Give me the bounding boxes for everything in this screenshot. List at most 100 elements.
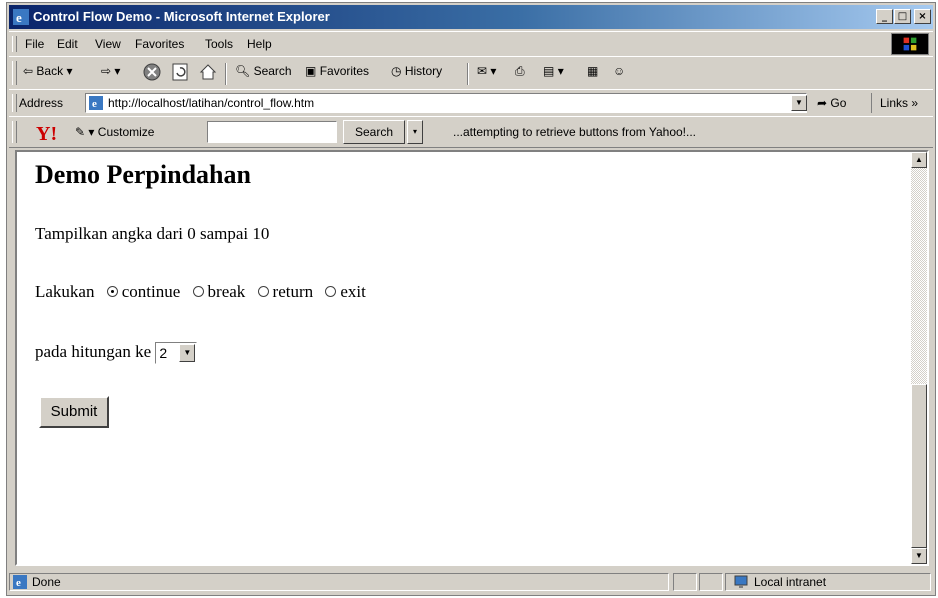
vertical-scrollbar[interactable]: ▲ ▼ — [911, 152, 927, 564]
intranet-icon — [734, 575, 748, 588]
svg-text:Y!: Y! — [36, 123, 57, 143]
window-title: Control Flow Demo - Microsoft Internet E… — [33, 9, 330, 24]
page-heading: Demo Perpindahan — [35, 160, 251, 189]
forward-button[interactable]: ⇨ ▾ — [101, 64, 120, 78]
menu-grip[interactable] — [12, 36, 17, 52]
action-label: Lakukan — [35, 282, 95, 301]
menu-help[interactable]: Help — [247, 37, 272, 51]
maximize-button[interactable]: □ — [894, 9, 911, 24]
go-arrow-icon: ➦ — [817, 96, 828, 110]
customize-button[interactable]: ✎ ▾ Customize — [75, 125, 154, 139]
go-button[interactable]: ➦ Go — [817, 96, 846, 110]
edit-dropdown-icon: ▾ — [557, 64, 564, 78]
yahoo-logo-icon[interactable]: Y! — [35, 121, 71, 143]
radio-return-label: return — [272, 282, 314, 301]
history-icon: ◷ — [391, 64, 402, 78]
address-bar: Address e http://localhost/latihan/contr… — [9, 89, 933, 117]
forward-arrow-icon: ⇨ — [101, 64, 112, 78]
discuss-icon[interactable]: ▦ — [587, 64, 598, 78]
menu-file[interactable]: File — [25, 37, 44, 51]
zone-text: Local intranet — [754, 575, 827, 589]
favorites-icon: ▣ — [305, 64, 317, 78]
search-button[interactable]: 🔍︎ Search — [235, 64, 292, 78]
search-icon: 🔍︎ — [235, 64, 251, 78]
title-bar[interactable]: e Control Flow Demo - Microsoft Internet… — [9, 5, 933, 29]
svg-text:e: e — [16, 10, 22, 25]
favorites-label: Favorites — [319, 64, 370, 78]
radio-break[interactable] — [192, 286, 204, 298]
page-status-icon: e — [13, 575, 27, 589]
page-icon: e — [89, 96, 103, 110]
radio-exit-label: exit — [340, 282, 366, 301]
stop-icon[interactable] — [143, 63, 161, 81]
menu-view[interactable]: View — [95, 37, 121, 51]
history-button[interactable]: ◷ History — [391, 64, 442, 78]
pencil-icon: ✎ — [75, 125, 86, 139]
browser-window: e Control Flow Demo - Microsoft Internet… — [6, 2, 936, 596]
address-grip[interactable] — [12, 94, 17, 112]
status-panel-zone: Local intranet — [725, 573, 931, 591]
home-icon[interactable] — [199, 63, 217, 81]
refresh-icon[interactable] — [171, 63, 189, 81]
back-label: Back — [36, 64, 64, 78]
yahoo-search-button[interactable]: Search — [343, 120, 405, 144]
messenger-icon[interactable]: ☺ — [613, 64, 625, 78]
toolbar-separator — [225, 63, 227, 85]
customize-label: Customize — [97, 125, 155, 139]
page-viewport: Demo Perpindahan Tampilkan angka dari 0 … — [15, 150, 929, 566]
menu-tools[interactable]: Tools — [205, 37, 233, 51]
yahoo-search-dropdown[interactable]: ▾ — [407, 120, 423, 144]
address-input[interactable]: e http://localhost/latihan/control_flow.… — [85, 93, 807, 113]
mail-button[interactable]: ✉ ▾ — [477, 64, 496, 78]
print-icon[interactable]: ⎙ — [515, 64, 525, 79]
search-label: Search — [253, 64, 292, 78]
count-row: pada hitungan ke 2 ▼ — [35, 342, 198, 365]
yahoo-toolbar: Y! ✎ ▾ Customize Search ▾ ...attempting … — [9, 116, 933, 148]
go-label: Go — [830, 96, 847, 110]
edit-button[interactable]: ▤ ▾ — [543, 64, 564, 78]
menu-favorites[interactable]: Favorites — [135, 37, 184, 51]
radio-break-label: break — [207, 282, 246, 301]
action-radio-group: Lakukan continue break return exit — [35, 282, 366, 302]
minimize-button[interactable]: _ — [876, 9, 893, 24]
radio-exit[interactable] — [325, 286, 337, 298]
back-arrow-icon: ⇦ — [23, 64, 34, 78]
page-body: Demo Perpindahan Tampilkan angka dari 0 … — [17, 152, 911, 564]
scroll-thumb[interactable] — [911, 384, 927, 548]
favorites-button[interactable]: ▣ Favorites — [305, 64, 369, 78]
yahoo-grip[interactable] — [12, 121, 17, 143]
menu-edit[interactable]: Edit — [57, 37, 78, 51]
yahoo-search-input[interactable] — [207, 121, 337, 143]
ie-logo-icon: e — [13, 9, 29, 25]
status-bar: e Done Local intranet — [9, 571, 933, 593]
count-select-value: 2 — [159, 345, 168, 362]
history-label: History — [404, 64, 443, 78]
status-panel-main: e Done — [9, 573, 669, 591]
status-panel-security — [699, 573, 723, 591]
radio-continue[interactable] — [106, 286, 118, 298]
yahoo-status-text: ...attempting to retrieve buttons from Y… — [453, 125, 697, 139]
count-dropdown-icon[interactable]: ▼ — [179, 344, 196, 363]
svg-text:e: e — [16, 577, 21, 589]
radio-return[interactable] — [257, 286, 269, 298]
svg-text:e: e — [92, 98, 97, 110]
back-dropdown-icon[interactable]: ▾ — [66, 64, 72, 78]
back-button[interactable]: ⇦ Back ▾ — [23, 64, 72, 78]
count-select[interactable]: 2 ▼ — [155, 342, 198, 365]
edit-icon: ▤ — [543, 64, 555, 78]
status-panel-progress — [673, 573, 697, 591]
address-dropdown-button[interactable]: ▼ — [791, 95, 807, 111]
close-button[interactable]: × — [914, 9, 931, 24]
menu-bar: File Edit View Favorites Tools Help — [9, 31, 933, 57]
toolbar-grip[interactable] — [12, 61, 17, 85]
toolbar-separator — [467, 63, 469, 85]
scroll-up-button[interactable]: ▲ — [911, 152, 927, 168]
address-label: Address — [19, 96, 64, 110]
forward-dropdown-icon[interactable]: ▾ — [114, 64, 120, 78]
status-text: Done — [32, 575, 61, 589]
mail-dropdown-icon: ▾ — [490, 64, 497, 78]
links-button[interactable]: Links » — [871, 93, 931, 113]
scroll-down-button[interactable]: ▼ — [911, 548, 927, 564]
count-label: pada hitungan ke — [35, 342, 152, 361]
submit-button[interactable]: Submit — [39, 396, 109, 428]
